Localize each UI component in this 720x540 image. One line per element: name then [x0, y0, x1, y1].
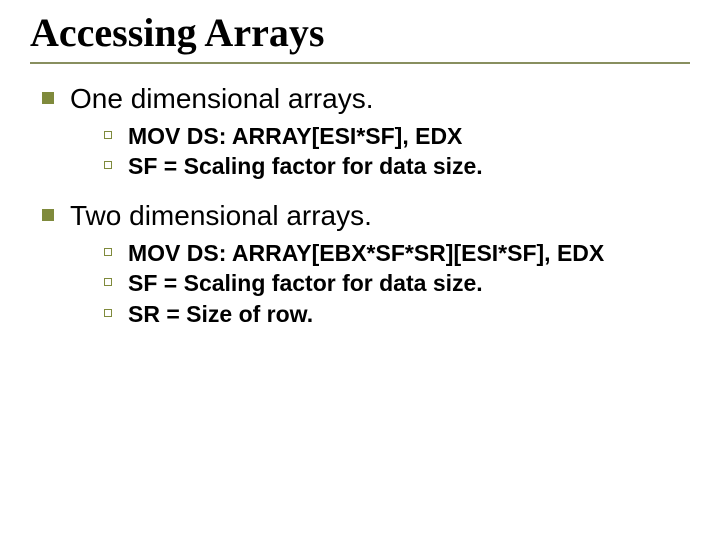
- list-item: Two dimensional arrays.: [34, 199, 690, 233]
- page-title: Accessing Arrays: [30, 12, 690, 54]
- list-item: One dimensional arrays.: [34, 82, 690, 116]
- content: One dimensional arrays. MOV DS: ARRAY[ES…: [30, 82, 690, 329]
- level1-list: One dimensional arrays.: [34, 82, 690, 116]
- bullet-text: SF = Scaling factor for data size.: [128, 269, 483, 298]
- hollow-square-bullet-icon: [104, 131, 112, 139]
- bullet-text: SR = Size of row.: [128, 300, 313, 329]
- slide: Accessing Arrays One dimensional arrays.…: [0, 0, 720, 540]
- list-item: MOV DS: ARRAY[EBX*SF*SR][ESI*SF], EDX: [104, 239, 690, 268]
- hollow-square-bullet-icon: [104, 248, 112, 256]
- list-item: SR = Size of row.: [104, 300, 690, 329]
- list-item: MOV DS: ARRAY[ESI*SF], EDX: [104, 122, 690, 151]
- bullet-text: SF = Scaling factor for data size.: [128, 152, 483, 181]
- level2-list: MOV DS: ARRAY[ESI*SF], EDX SF = Scaling …: [34, 122, 690, 182]
- hollow-square-bullet-icon: [104, 161, 112, 169]
- title-divider: [30, 62, 690, 64]
- list-item: SF = Scaling factor for data size.: [104, 152, 690, 181]
- hollow-square-bullet-icon: [104, 278, 112, 286]
- section-heading: Two dimensional arrays.: [70, 199, 372, 233]
- level1-list: Two dimensional arrays.: [34, 199, 690, 233]
- bullet-text: MOV DS: ARRAY[EBX*SF*SR][ESI*SF], EDX: [128, 239, 604, 268]
- square-bullet-icon: [42, 92, 54, 104]
- level2-list: MOV DS: ARRAY[EBX*SF*SR][ESI*SF], EDX SF…: [34, 239, 690, 329]
- title-wrap: Accessing Arrays: [30, 12, 690, 56]
- bullet-text: MOV DS: ARRAY[ESI*SF], EDX: [128, 122, 462, 151]
- section-heading: One dimensional arrays.: [70, 82, 373, 116]
- list-item: SF = Scaling factor for data size.: [104, 269, 690, 298]
- square-bullet-icon: [42, 209, 54, 221]
- hollow-square-bullet-icon: [104, 309, 112, 317]
